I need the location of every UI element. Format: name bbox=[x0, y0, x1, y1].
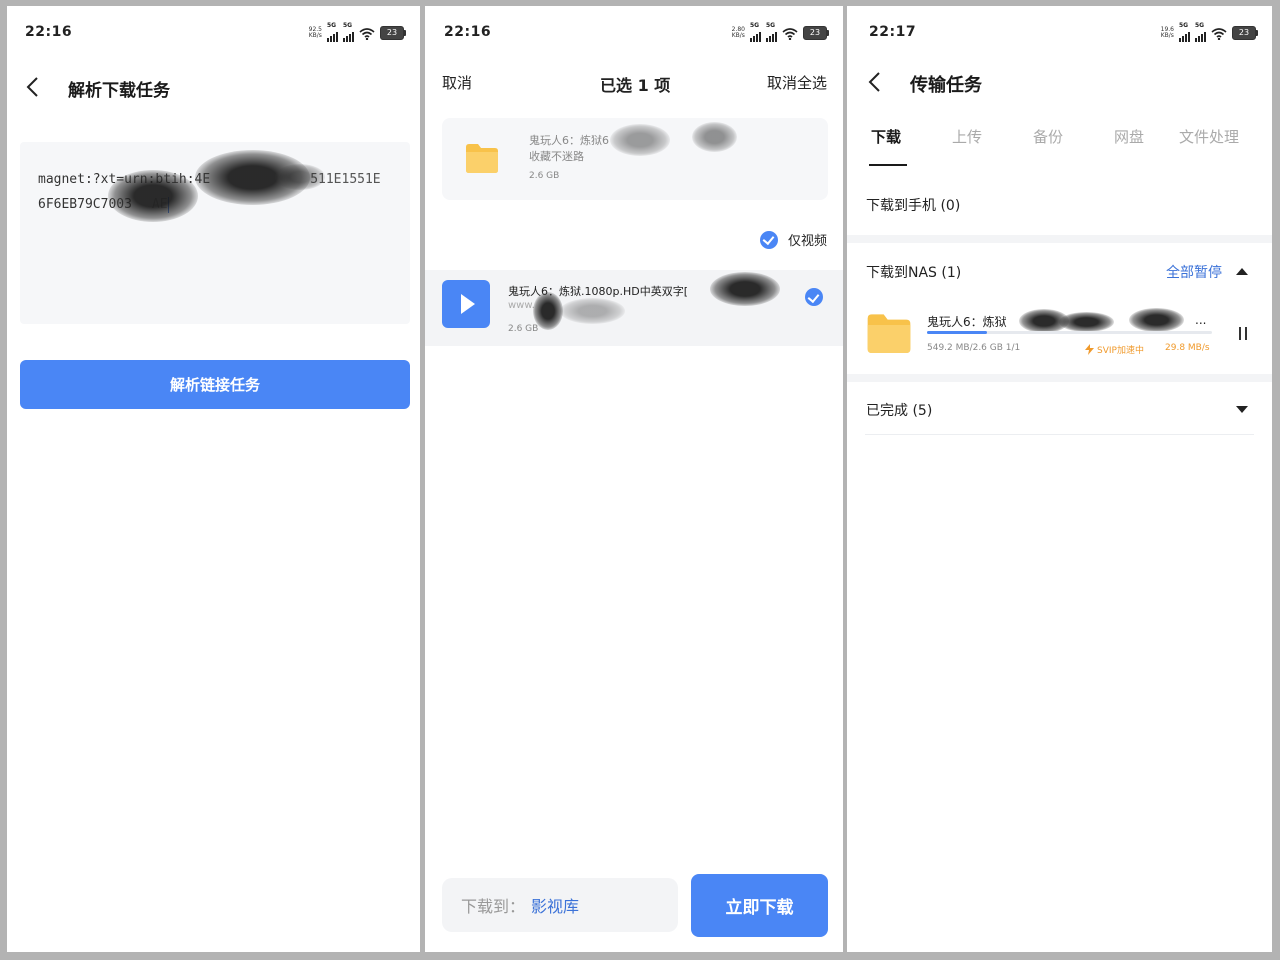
video-file-icon bbox=[442, 280, 490, 328]
back-arrow-icon[interactable] bbox=[867, 71, 885, 93]
expand-triangle-icon[interactable] bbox=[1236, 406, 1248, 413]
file-name-line2: www. bbox=[508, 300, 535, 311]
section-divider bbox=[847, 374, 1272, 382]
battery-icon: 23 bbox=[380, 26, 406, 40]
deselect-all-button[interactable]: 取消全选 bbox=[767, 72, 827, 93]
transfer-tasks-screen: 22:17 19.6 KB/s 5G 5G 23 传输任务 下载 上传 备份 网盘… bbox=[847, 6, 1272, 952]
status-time: 22:17 bbox=[869, 24, 917, 40]
wifi-icon bbox=[782, 27, 798, 40]
cancel-button[interactable]: 取消 bbox=[442, 72, 472, 93]
battery-icon: 23 bbox=[1232, 26, 1258, 40]
download-to-phone-section[interactable]: 下载到手机 (0) bbox=[866, 195, 960, 215]
redaction-scribble bbox=[108, 170, 198, 222]
transfer-tabs: 下载 上传 备份 网盘 文件处理 bbox=[847, 126, 1272, 166]
redaction-scribble bbox=[610, 124, 670, 156]
pause-icon[interactable] bbox=[1238, 327, 1248, 340]
wifi-icon bbox=[1211, 27, 1227, 40]
task-name: 鬼玩人6：炼狱 bbox=[927, 315, 1007, 329]
net-speed: 92.5 KB/s bbox=[308, 26, 322, 39]
folder-subtitle: 收藏不迷路 bbox=[529, 150, 584, 163]
download-progress-bar bbox=[927, 331, 1212, 334]
download-now-button[interactable]: 立即下载 bbox=[691, 874, 828, 937]
completed-section[interactable]: 已完成 (5) bbox=[866, 400, 932, 420]
parse-task-screen: 22:16 92.5KB/s 5G 5G 23 解析下载任务 magnet:?x… bbox=[7, 6, 420, 952]
download-destination-selector[interactable]: 下载到： 影视库 bbox=[442, 878, 678, 932]
tab-file-processing[interactable]: 文件处理 bbox=[1179, 126, 1239, 147]
destination-label: 下载到： bbox=[461, 897, 526, 916]
tab-backup[interactable]: 备份 bbox=[1033, 126, 1063, 147]
video-only-filter[interactable]: 仅视频 bbox=[759, 230, 827, 249]
checkmark-icon[interactable] bbox=[759, 230, 778, 249]
download-speed: 29.8 MB/s bbox=[1165, 343, 1210, 353]
signal-5g-icon: 5G bbox=[1179, 22, 1190, 42]
redaction-scribble bbox=[1129, 308, 1184, 332]
tab-download[interactable]: 下载 bbox=[871, 126, 901, 147]
destination-value: 影视库 bbox=[531, 897, 580, 916]
wifi-icon bbox=[359, 27, 375, 40]
status-bar: 22:17 19.6 KB/s 5G 5G 23 bbox=[847, 6, 1272, 58]
svip-label: SVIP加速中 bbox=[1097, 346, 1144, 356]
svip-badge: SVIP加速中 bbox=[1085, 343, 1144, 356]
file-size: 2.6 GB bbox=[508, 324, 539, 334]
status-time: 22:16 bbox=[25, 24, 73, 40]
selected-count: 已选 1 项 bbox=[600, 76, 671, 95]
magnet-link-input[interactable]: magnet:?xt=urn:btih:4E511E1551E 6F6EB79C… bbox=[20, 142, 410, 324]
back-arrow-icon[interactable] bbox=[25, 76, 43, 98]
net-speed: 2.80 KB/s bbox=[731, 26, 745, 39]
lightning-icon bbox=[1085, 344, 1094, 355]
task-name-ellipsis: ... bbox=[1195, 313, 1207, 327]
folder-size: 2.6 GB bbox=[529, 171, 560, 181]
folder-name: 鬼玩人6：炼狱6 bbox=[529, 134, 609, 147]
video-only-label: 仅视频 bbox=[787, 234, 827, 249]
folder-icon bbox=[867, 314, 911, 353]
signal-5g-icon: 5G bbox=[1195, 22, 1206, 42]
progress-fill bbox=[927, 331, 987, 334]
signal-5g-icon: 5G bbox=[750, 22, 761, 42]
folder-icon bbox=[466, 144, 498, 173]
redaction-scribble bbox=[275, 164, 325, 190]
page-title: 传输任务 bbox=[910, 75, 982, 96]
download-to-nas-section[interactable]: 下载到NAS (1) bbox=[866, 262, 961, 282]
signal-5g-icon: 5G bbox=[343, 22, 354, 42]
signal-5g-icon: 5G bbox=[327, 22, 338, 42]
torrent-folder-card: 鬼玩人6：炼狱6 收藏不迷路 2.6 GB bbox=[442, 118, 828, 200]
file-selected-checkmark-icon[interactable] bbox=[805, 288, 823, 306]
select-files-screen: 22:16 2.80 KB/s 5G 5G 23 取消 已选 1 项 取消全选 鬼… bbox=[425, 6, 843, 952]
redaction-scribble bbox=[560, 298, 625, 324]
tab-upload[interactable]: 上传 bbox=[952, 126, 982, 147]
file-name: 鬼玩人6：炼狱.1080p.HD中英双字[ bbox=[508, 285, 689, 298]
pause-all-button[interactable]: 全部暂停 bbox=[1166, 262, 1222, 282]
collapse-triangle-icon[interactable] bbox=[1236, 268, 1248, 275]
redaction-scribble bbox=[692, 122, 737, 152]
parse-link-button[interactable]: 解析链接任务 bbox=[20, 360, 410, 409]
file-list-item[interactable]: 鬼玩人6：炼狱.1080p.HD中英双字[ www. 2.6 GB bbox=[425, 270, 843, 346]
signal-5g-icon: 5G bbox=[766, 22, 777, 42]
row-divider bbox=[865, 434, 1254, 435]
status-bar: 22:16 92.5 KB/s 5G 5G 23 bbox=[7, 6, 420, 58]
status-time: 22:16 bbox=[444, 24, 492, 40]
active-tab-indicator bbox=[869, 164, 907, 166]
net-speed: 19.6 KB/s bbox=[1160, 26, 1174, 39]
battery-icon: 23 bbox=[803, 26, 829, 40]
redaction-scribble bbox=[533, 292, 563, 330]
redaction-scribble bbox=[1059, 312, 1114, 332]
task-progress-meta: 549.2 MB/2.6 GB 1/1 bbox=[927, 343, 1021, 353]
page-title: 解析下载任务 bbox=[68, 81, 170, 101]
section-divider bbox=[847, 235, 1272, 243]
tab-cloud-drive[interactable]: 网盘 bbox=[1114, 126, 1144, 147]
redaction-scribble bbox=[710, 272, 780, 306]
status-bar: 22:16 2.80 KB/s 5G 5G 23 bbox=[425, 6, 843, 58]
